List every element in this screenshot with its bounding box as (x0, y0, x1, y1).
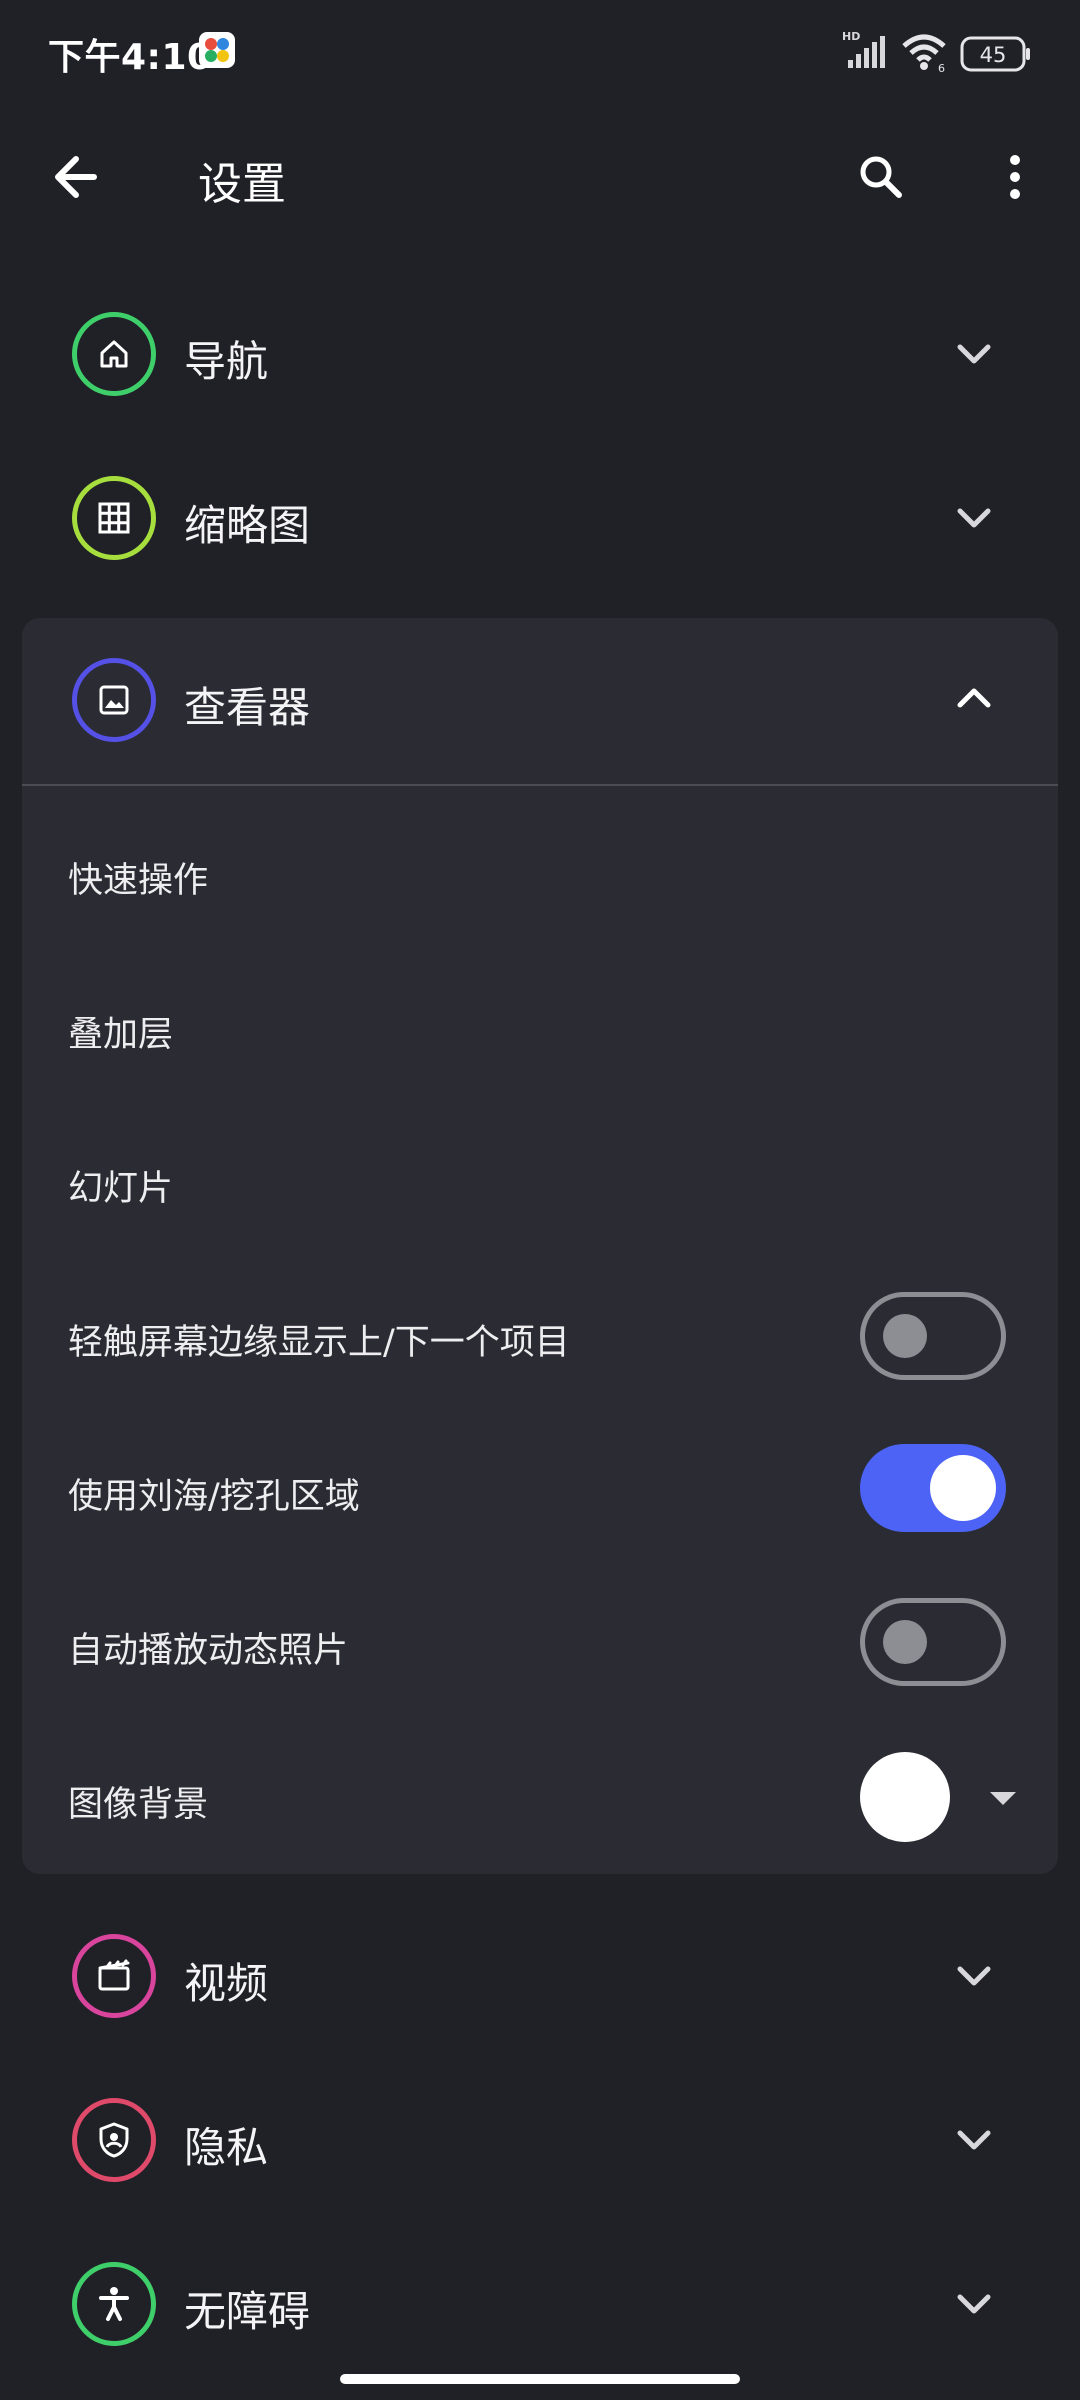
viewer-settings-card: 查看器 快速操作 叠加层 幻灯片 轻触屏幕边缘显示上/下一个项目 使用刘海/挖孔… (22, 618, 1058, 1874)
category-icon-ring (72, 476, 156, 560)
privacy-shield-icon (99, 2122, 129, 2158)
motion-photo-toggle[interactable] (860, 1598, 1006, 1686)
more-vert-icon (1010, 155, 1020, 199)
chevron-down-icon (957, 1966, 991, 1986)
movie-icon (98, 1959, 130, 1991)
network-type-label: HD (842, 30, 860, 43)
home-indicator[interactable] (340, 2374, 740, 2384)
setting-notch-label: 使用刘海/挖孔区域 (68, 1477, 360, 1517)
app-notification-icon (198, 31, 236, 69)
app-bar: 设置 (0, 104, 1080, 252)
category-label: 无障碍 (184, 2287, 311, 2336)
category-label: 导航 (184, 337, 269, 386)
status-time: 下午4:10 (48, 37, 213, 78)
toggle-knob (930, 1455, 996, 1521)
category-privacy[interactable]: 隐私 (0, 2058, 1080, 2222)
setting-overlay[interactable]: 叠加层 (68, 1006, 173, 1057)
category-icon-ring (72, 1934, 156, 2018)
chevron-down-icon (957, 344, 991, 364)
page-title: 设置 (198, 159, 286, 210)
tap-edge-toggle[interactable] (860, 1292, 1006, 1380)
search-icon (860, 156, 902, 198)
category-label: 视频 (184, 1959, 269, 2008)
setting-image-background-label: 图像背景 (68, 1785, 209, 1825)
category-thumbnails[interactable]: 缩略图 (0, 436, 1080, 600)
setting-tap-edge-label: 轻触屏幕边缘显示上/下一个项目 (68, 1323, 570, 1363)
more-options-button[interactable] (978, 140, 1052, 214)
category-accessibility[interactable]: 无障碍 (0, 2222, 1080, 2386)
setting-slideshow[interactable]: 幻灯片 (68, 1160, 173, 1211)
image-icon (99, 685, 129, 715)
accessibility-icon (99, 2287, 129, 2321)
search-button[interactable] (844, 140, 918, 214)
setting-quick-actions[interactable]: 快速操作 (68, 852, 208, 903)
image-background-swatch[interactable] (860, 1752, 950, 1842)
notch-area-toggle[interactable] (860, 1444, 1006, 1532)
category-label: 查看器 (184, 683, 311, 732)
category-icon-ring (72, 2098, 156, 2182)
status-bar: 下午4:10 HD 6 45 (0, 0, 1080, 104)
grid-icon (98, 502, 130, 534)
back-button[interactable] (40, 140, 114, 214)
dropdown-arrow-icon[interactable] (984, 1786, 1022, 1810)
category-icon-ring (72, 658, 156, 742)
wifi-generation-label: 6 (938, 62, 945, 74)
category-navigation[interactable]: 导航 (0, 272, 1080, 436)
setting-motion-photo-label: 自动播放动态照片 (68, 1631, 349, 1671)
category-video[interactable]: 视频 (0, 1894, 1080, 2058)
category-icon-ring (72, 312, 156, 396)
category-label: 隐私 (184, 2123, 269, 2172)
category-viewer[interactable]: 查看器 (22, 618, 1058, 784)
arrow-back-icon (55, 156, 97, 198)
category-label: 缩略图 (184, 501, 311, 550)
battery-level: 45 (980, 43, 1007, 67)
chevron-down-icon (957, 2130, 991, 2150)
chevron-down-icon (957, 2294, 991, 2314)
toggle-knob (883, 1620, 927, 1664)
toggle-knob (883, 1314, 927, 1358)
divider (22, 784, 1058, 786)
chevron-down-icon (957, 508, 991, 528)
category-icon-ring (72, 2262, 156, 2346)
home-icon (100, 340, 128, 368)
chevron-up-icon (957, 688, 991, 708)
